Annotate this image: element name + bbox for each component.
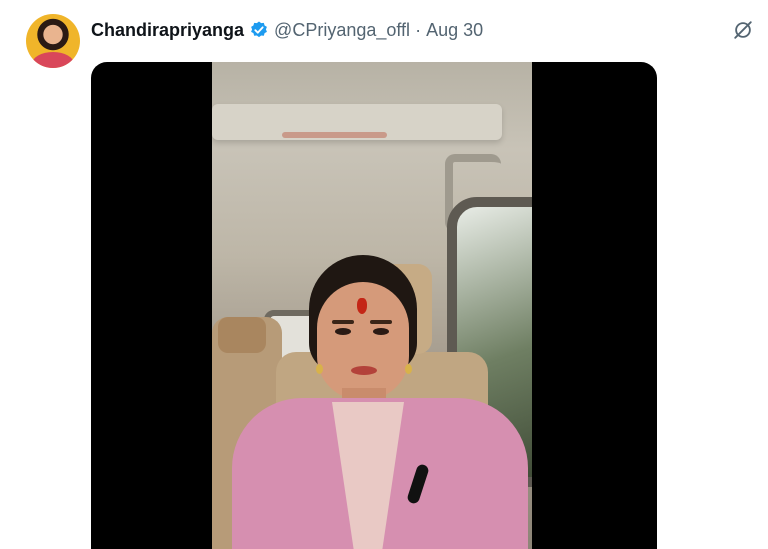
author-handle[interactable]: @CPriyanga_offl — [274, 20, 410, 41]
tweet-header: Chandirapriyanga @CPriyanga_offl · Aug 3… — [91, 17, 483, 43]
earring-left — [316, 364, 323, 374]
video-frame[interactable] — [212, 62, 532, 549]
tweet-date[interactable]: Aug 30 — [426, 20, 483, 41]
avatar-image-detail — [32, 52, 74, 68]
person-lips — [351, 366, 377, 375]
verified-badge-icon[interactable] — [249, 20, 269, 40]
separator-dot: · — [415, 19, 422, 40]
bindi — [357, 298, 367, 314]
earring-right — [405, 364, 412, 374]
left-eyebrow — [332, 320, 354, 324]
tweet-video-media[interactable] — [91, 62, 657, 549]
author-name[interactable]: Chandirapriyanga — [91, 20, 244, 41]
right-eye — [373, 328, 389, 335]
right-eyebrow — [370, 320, 392, 324]
visor-strip — [282, 132, 387, 138]
grok-slash-icon[interactable] — [732, 19, 754, 41]
author-avatar[interactable] — [26, 14, 80, 68]
headrest-left — [218, 317, 266, 353]
left-eye — [335, 328, 351, 335]
